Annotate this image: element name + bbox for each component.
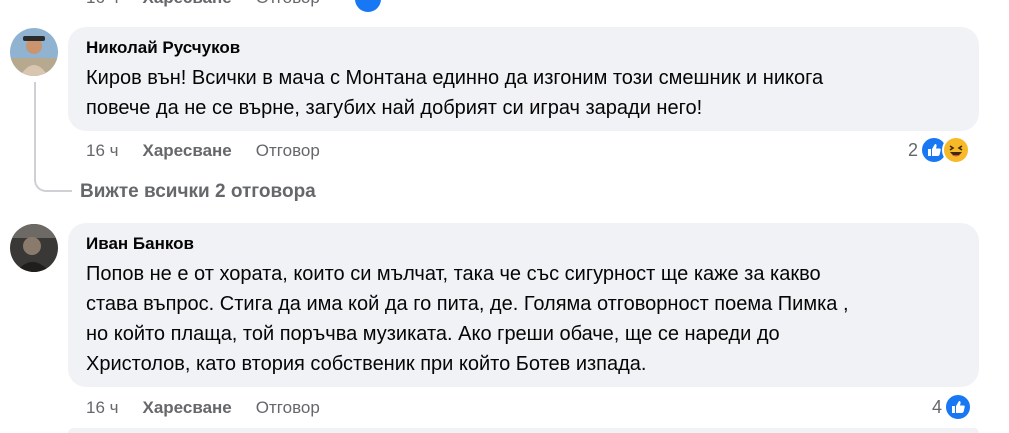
like-button[interactable]: Харесване	[143, 0, 232, 8]
comment-timestamp[interactable]: 16 ч	[86, 398, 119, 418]
avatar-photo	[10, 28, 58, 76]
comment-actions: 16 ч Харесване Отговор	[86, 141, 320, 161]
like-icon	[944, 393, 973, 421]
reaction-count: 2	[908, 139, 919, 160]
reply-button[interactable]: Отговор	[256, 141, 320, 161]
like-button[interactable]: Харесване	[143, 141, 232, 161]
like-button[interactable]: Харесване	[143, 398, 232, 418]
avatar[interactable]	[10, 224, 58, 272]
comment-bubble: Николай Русчуков Киров вън! Всички в мач…	[68, 27, 979, 131]
comment-author[interactable]: Николай Русчуков	[86, 37, 961, 59]
reaction-count: 4	[932, 396, 943, 417]
avatar[interactable]	[10, 28, 58, 76]
previous-comment-actions: 16 ч Харесване Отговор	[86, 0, 320, 8]
reaction-summary[interactable]: 4	[932, 393, 973, 421]
view-replies-link[interactable]: Вижте всички 2 отговора	[80, 181, 316, 203]
comment-timestamp[interactable]: 16 ч	[86, 141, 119, 161]
reply-button[interactable]: Отговор	[256, 398, 320, 418]
avatar-photo	[10, 224, 58, 272]
reply-button[interactable]: Отговор	[256, 0, 320, 8]
comment-actions: 16 ч Харесване Отговор	[86, 398, 320, 418]
thread-connector	[34, 82, 36, 164]
comment-bubble: Иван Банков Попов не е от хората, които …	[68, 223, 979, 387]
thread-connector-elbow	[34, 164, 72, 192]
haha-icon	[942, 136, 971, 164]
comment-author[interactable]: Иван Банков	[86, 233, 961, 255]
next-comment-edge	[68, 428, 979, 433]
comment-text: Попов не е от хората, които си мълчат, т…	[86, 263, 849, 375]
comment-timestamp[interactable]: 16 ч	[86, 0, 119, 8]
reaction-summary[interactable]: 2	[908, 136, 971, 164]
like-icon	[355, 0, 381, 12]
comment-text: Киров вън! Всички в мача с Монтана единн…	[86, 67, 824, 119]
